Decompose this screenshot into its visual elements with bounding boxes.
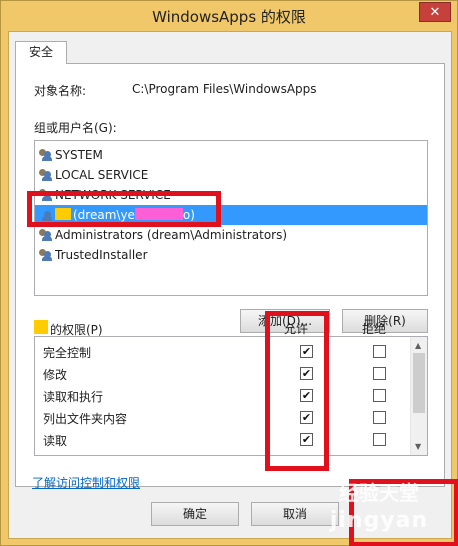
- permissions-dialog: WindowsApps 的权限 ✕ 安全 对象名称: C:\Program Fi…: [0, 0, 458, 546]
- ok-button[interactable]: 确定: [151, 502, 239, 526]
- permission-name: 修改: [43, 368, 68, 382]
- list-item-local-service[interactable]: LOCAL SERVICE: [35, 165, 427, 185]
- permission-name: 列出文件夹内容: [43, 412, 128, 426]
- permissions-table: 完全控制 ✔ 修改 ✔ 读取和执行 ✔ 列出文件夹内容 ✔ 读取 ✔ ▲ ▼: [34, 336, 428, 456]
- object-path: C:\Program Files\WindowsApps: [132, 82, 317, 96]
- redaction-mark: [34, 320, 48, 334]
- scroll-thumb[interactable]: [413, 353, 425, 413]
- permission-name: 完全控制: [43, 346, 92, 360]
- deny-checkbox[interactable]: [373, 389, 386, 402]
- watermark: 经验天堂 jingyan: [329, 481, 429, 533]
- annotation-box-allow: [265, 311, 329, 471]
- list-item-system[interactable]: SYSTEM: [35, 145, 427, 165]
- permission-name: 读取和执行: [43, 390, 104, 404]
- scroll-up-icon[interactable]: ▲: [415, 341, 421, 350]
- users-icon: [39, 229, 52, 241]
- object-name-label: 对象名称:: [34, 84, 87, 98]
- table-row: 修改 ✔: [35, 363, 411, 385]
- title-bar[interactable]: WindowsApps 的权限 ✕: [1, 1, 457, 31]
- permissions-scrollbar[interactable]: ▲ ▼: [410, 337, 427, 455]
- users-icon: [39, 169, 52, 181]
- annotation-box-user: [27, 191, 221, 227]
- dialog-body: 安全 对象名称: C:\Program Files\WindowsApps 组或…: [8, 31, 452, 539]
- close-button[interactable]: ✕: [419, 2, 451, 22]
- table-row: 列出文件夹内容 ✔: [35, 407, 411, 429]
- table-row: 读取 ✔: [35, 429, 411, 451]
- learn-access-control-link[interactable]: 了解访问控制和权限: [32, 474, 140, 491]
- list-item-label: LOCAL SERVICE: [55, 168, 149, 182]
- deny-column-header: 拒绝: [362, 322, 387, 336]
- window-title: WindowsApps 的权限: [152, 8, 306, 26]
- deny-checkbox[interactable]: [373, 433, 386, 446]
- tab-security[interactable]: 安全: [15, 41, 67, 64]
- list-item-label: TrustedInstaller: [55, 248, 148, 262]
- deny-checkbox[interactable]: [373, 345, 386, 358]
- users-icon: [39, 149, 52, 161]
- groups-label: 组或用户名(G):: [34, 121, 117, 135]
- list-item-trustedinstaller[interactable]: TrustedInstaller: [35, 245, 427, 265]
- deny-checkbox[interactable]: [373, 367, 386, 380]
- list-item-label: Administrators (dream\Administrators): [55, 228, 288, 242]
- table-row: 完全控制 ✔: [35, 341, 411, 363]
- scroll-down-icon[interactable]: ▼: [415, 442, 421, 451]
- users-icon: [39, 249, 52, 261]
- permission-name: 读取: [43, 434, 68, 448]
- list-item-administrators[interactable]: Administrators (dream\Administrators): [35, 225, 427, 245]
- security-panel: 对象名称: C:\Program Files\WindowsApps 组或用户名…: [15, 63, 445, 490]
- table-row: 读取和执行 ✔: [35, 385, 411, 407]
- deny-checkbox[interactable]: [373, 411, 386, 424]
- list-item-label: SYSTEM: [55, 148, 103, 162]
